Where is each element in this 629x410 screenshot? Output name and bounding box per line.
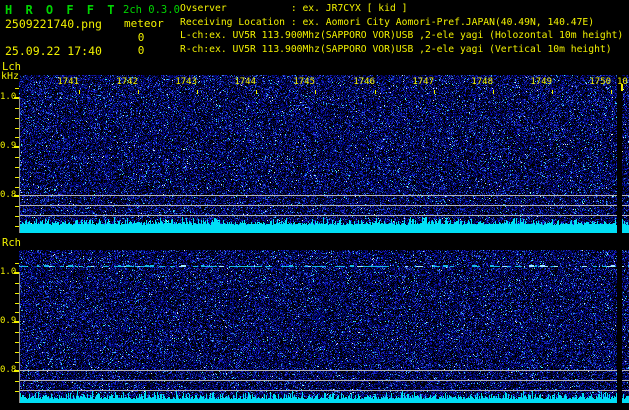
meteor-counter-top: 0 [137,31,145,44]
freq-unit-label: kHz [1,71,20,82]
observer-line: Ovserver : ex. JR7CYX [ kid ] [180,3,408,14]
rch-panel-label: Rch [2,237,21,249]
app-version: 2ch 0.3.0 [123,4,180,16]
lch-spectrogram [19,75,629,233]
meteor-counter-bottom: 0 [137,44,145,57]
rch-spectrogram [19,250,629,403]
freq-tick-label: 1.0 [0,92,17,102]
station-info: Ovserver : ex. JR7CYX [ kid ] Receiving … [180,2,623,57]
freq-tick-label: 0.8 [0,190,17,200]
mode-label: meteor [124,17,164,30]
output-filename: 2509221740.png [5,17,102,31]
lch-config-line: L-ch:ex. UV5R 113.900Mhz(SAPPORO VOR)USB… [180,30,624,42]
freq-tick-label: 1.0 [0,267,17,277]
time-label-partial: 10 [617,77,628,87]
freq-tick-label: 0.9 [0,141,17,151]
rch-config-line: R-ch:ex. UV5R 113.900Mhz(SAPPORO VOR)USB… [180,44,612,56]
freq-tick-label: 0.9 [0,316,17,326]
location-line: Receiving Location : ex. Aomori City Aom… [180,16,595,28]
app-title: H R O F F T [5,3,118,17]
date-time: 25.09.22 17:40 [5,44,102,58]
hrofft-window: H R O F F T 2ch 0.3.0 2509221740.png 25.… [0,0,629,410]
freq-tick-label: 0.8 [0,365,17,375]
